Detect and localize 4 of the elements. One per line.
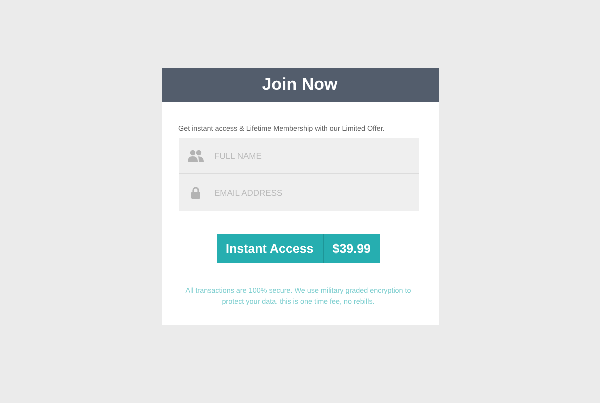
lock-icon (190, 186, 200, 198)
instant-access-button[interactable]: Instant Access $39.99 (216, 234, 380, 263)
people-icon (188, 150, 204, 162)
form-title: Join Now (262, 75, 338, 95)
